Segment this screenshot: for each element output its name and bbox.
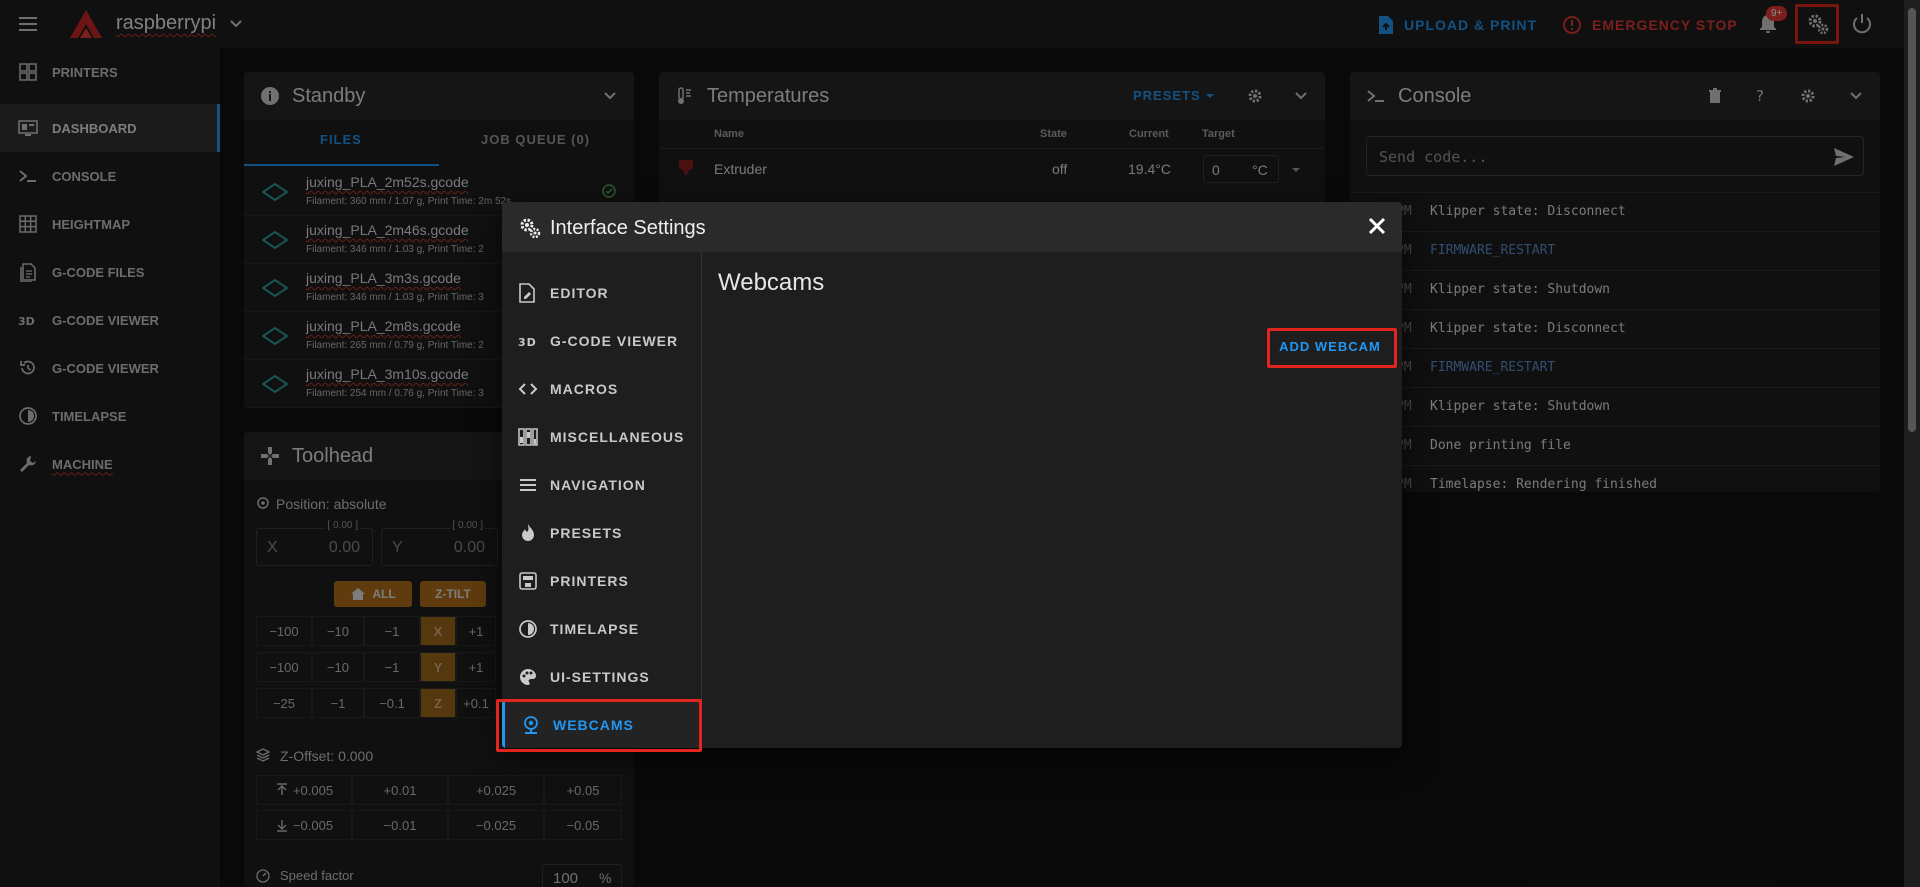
settings-nav-ui-settings[interactable]: UI-SETTINGS [502, 653, 701, 701]
timelapse-icon [519, 620, 537, 638]
settings-nav-miscellaneous[interactable]: MISCELLANEOUS [502, 413, 701, 461]
palette-icon [520, 669, 536, 685]
settings-nav-label: G-CODE VIEWER [550, 333, 679, 349]
settings-nav-label: PRESETS [550, 525, 623, 541]
settings-nav-navigation[interactable]: NAVIGATION [502, 461, 701, 509]
fire-icon [522, 524, 534, 541]
scrollbar-thumb[interactable] [1908, 8, 1916, 432]
close-icon[interactable] [1368, 217, 1386, 235]
webcams-nav-highlight [496, 699, 702, 752]
menu-icon [520, 479, 536, 491]
svg-text:3D: 3D [518, 336, 537, 349]
code-icon [518, 383, 538, 395]
settings-nav-label: TIMELAPSE [550, 621, 640, 637]
settings-nav-macros[interactable]: MACROS [502, 365, 701, 413]
settings-nav-label: MISCELLANEOUS [550, 429, 685, 445]
settings-nav-presets[interactable]: PRESETS [502, 509, 701, 557]
printer-icon [519, 572, 537, 590]
settings-nav-label: EDITOR [550, 285, 609, 301]
editor-icon [519, 283, 535, 303]
dialog-title: Interface Settings [550, 217, 706, 239]
settings-nav-gcode-viewer[interactable]: 3D G-CODE VIEWER [502, 317, 701, 365]
settings-nav-printers[interactable]: PRINTERS [502, 557, 701, 605]
interface-settings-dialog: Interface Settings EDITOR 3D G-CODE VIEW… [502, 202, 1402, 748]
settings-nav-label: PRINTERS [550, 573, 629, 589]
sliders-icon [518, 428, 538, 446]
settings-nav: EDITOR 3D G-CODE VIEWER MACROS MISCELLAN… [502, 252, 702, 748]
app: raspberrypi UPLOAD & PRINT EMERGENCY STO… [0, 0, 1920, 887]
page-scrollbar[interactable] [1904, 0, 1920, 887]
add-webcam-highlight [1267, 328, 1397, 368]
settings-nav-label: MACROS [550, 381, 619, 397]
settings-nav-label: UI-SETTINGS [550, 669, 650, 685]
dialog-header: Interface Settings [502, 202, 1402, 252]
settings-nav-editor[interactable]: EDITOR [502, 269, 701, 317]
settings-nav-timelapse[interactable]: TIMELAPSE [502, 605, 701, 653]
3d-icon: 3D [518, 336, 537, 349]
nav-item-dashboard-partial[interactable] [518, 252, 678, 258]
settings-nav-label: NAVIGATION [550, 477, 646, 493]
settings-cogs-icon [520, 218, 541, 239]
webcams-section-title: Webcams [718, 269, 825, 296]
